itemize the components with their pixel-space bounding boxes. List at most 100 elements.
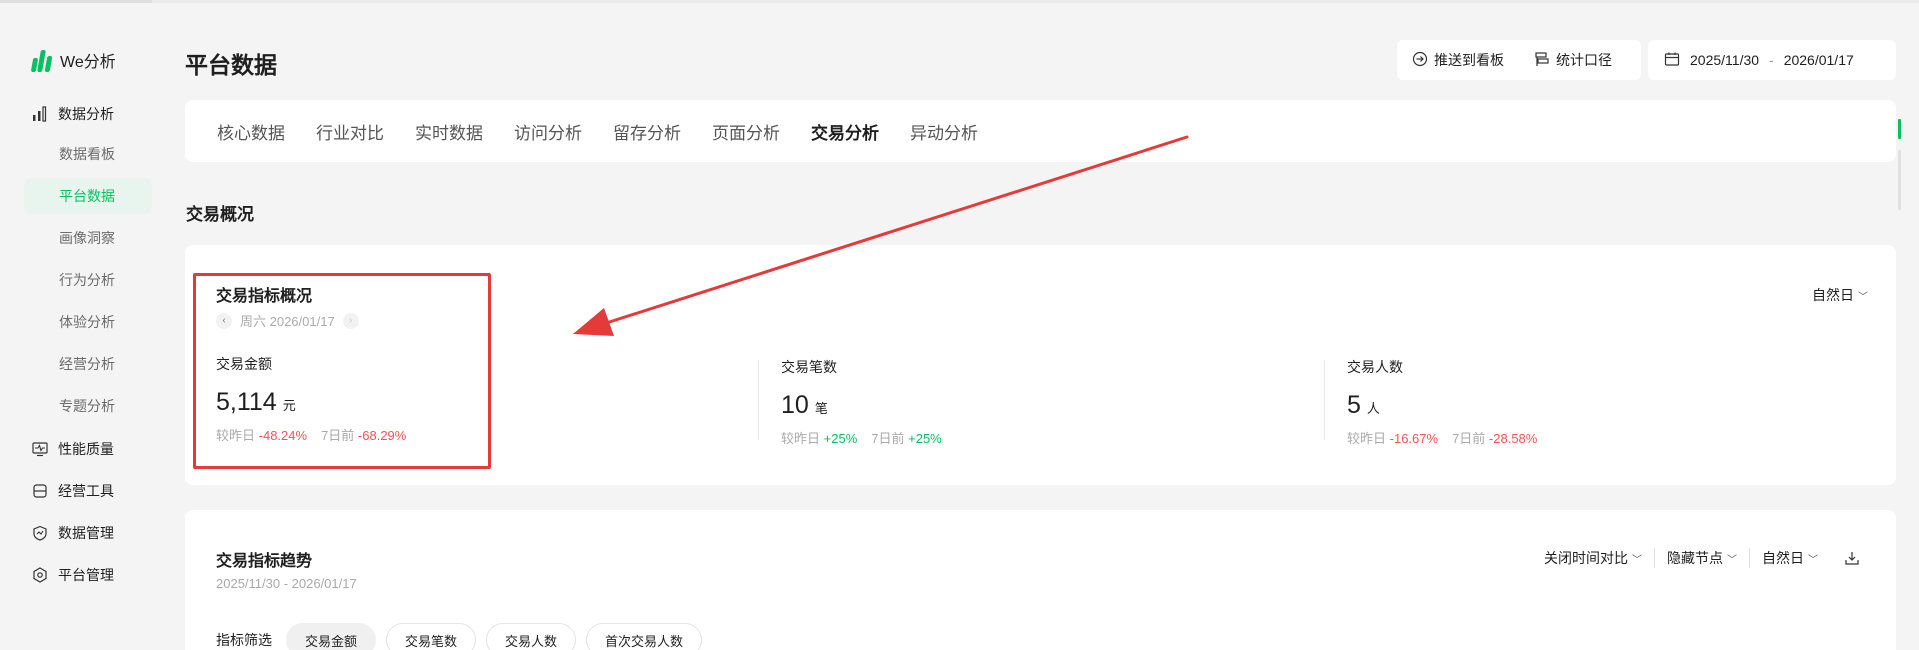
header-actions: 推送到看板 统计口径	[1397, 40, 1641, 80]
metric-value: 5	[1347, 391, 1361, 419]
metric-transaction-users: 交易人数 5 人 较昨日 -16.67% 7日前 -28.58%	[1324, 359, 1824, 446]
tab-page-analysis[interactable]: 页面分析	[712, 119, 780, 144]
date-range-separator: -	[1769, 52, 1774, 68]
metric-label: 交易金额	[216, 356, 272, 372]
sidebar-item-behavior-analysis[interactable]: 行为分析	[24, 262, 152, 298]
date-range-picker[interactable]: 2025/11/30 - 2026/01/17	[1648, 40, 1896, 80]
bar-chart-icon	[32, 106, 48, 122]
sidebar-group-business-tools[interactable]: 经营工具	[32, 479, 114, 503]
data-shield-icon	[32, 525, 48, 541]
tab-transaction-analysis[interactable]: 交易分析	[811, 119, 879, 144]
sidebar-item-platform-data[interactable]: 平台数据	[24, 178, 152, 214]
sidebar: We分析 数据分析 数据看板 平台数据 画像洞察 行为分析 体验分析 经营分析 …	[0, 0, 160, 650]
metric-unit: 笔	[814, 401, 828, 416]
transaction-overview-card: 交易指标概况 ‹ 周六 2026/01/17 › 自然日 ﹀ 交易金额 5,11…	[185, 245, 1896, 485]
tab-anomaly-analysis[interactable]: 异动分析	[910, 119, 978, 144]
hide-nodes-label: 隐藏节点	[1667, 550, 1723, 566]
chevron-down-icon: ﹀	[1727, 554, 1737, 566]
sidebar-item-label: 体验分析	[59, 314, 115, 330]
sidebar-item-business-analysis[interactable]: 经营分析	[24, 346, 152, 382]
sidebar-item-label: 数据看板	[59, 146, 115, 162]
chevron-down-icon: ﹀	[1808, 554, 1818, 566]
chevron-left-icon[interactable]: ‹	[216, 312, 232, 329]
period-select[interactable]: 自然日 ﹀	[1812, 285, 1868, 305]
sidebar-group-data-management[interactable]: 数据管理	[32, 521, 114, 545]
push-to-dashboard-button[interactable]: 推送到看板	[1412, 50, 1504, 70]
section-title: 交易概况	[186, 205, 254, 224]
compare-day-value: +25%	[823, 431, 858, 446]
scrollbar-track[interactable]	[1898, 150, 1901, 210]
chip-transaction-amount[interactable]: 交易金额	[286, 623, 377, 650]
metric-value: 10	[781, 391, 809, 419]
metric-caliber-label: 统计口径	[1556, 52, 1612, 68]
sidebar-group-label: 数据管理	[58, 525, 114, 541]
monitor-pulse-icon	[32, 441, 48, 457]
compare-day-value: -48.24%	[258, 428, 308, 443]
arrow-circle-icon	[1412, 51, 1428, 70]
metric-transaction-amount: 交易金额 5,114 元 较昨日 -48.24% 7日前 -68.29%	[216, 356, 716, 444]
metric-label: 交易笔数	[781, 359, 837, 375]
card-title: 交易指标概况	[216, 288, 313, 305]
metric-filter-label: 指标筛选	[216, 632, 272, 648]
sidebar-item-dashboard[interactable]: 数据看板	[24, 136, 152, 172]
compare-week-value: -28.58%	[1488, 431, 1538, 446]
tab-industry-comparison[interactable]: 行业对比	[316, 119, 384, 144]
sidebar-group-label: 经营工具	[58, 483, 114, 499]
download-icon[interactable]	[1844, 550, 1860, 566]
chevron-right-icon[interactable]: ›	[342, 312, 359, 329]
sidebar-group-label: 数据分析	[58, 106, 114, 122]
metric-label: 交易人数	[1347, 359, 1403, 375]
period-select-value: 自然日	[1812, 287, 1854, 303]
page-title: 平台数据	[185, 52, 277, 78]
selected-date: 周六 2026/01/17	[240, 314, 335, 329]
tab-retention-analysis[interactable]: 留存分析	[613, 119, 681, 144]
sidebar-group-label: 性能质量	[58, 441, 114, 457]
sidebar-item-experience-analysis[interactable]: 体验分析	[24, 304, 152, 340]
date-range-end: 2026/01/17	[1783, 52, 1854, 68]
compare-day-label: 较昨日	[781, 431, 821, 446]
sidebar-item-portrait-insight[interactable]: 画像洞察	[24, 220, 152, 256]
trend-controls: 关闭时间对比 ﹀ 隐藏节点 ﹀ 自然日 ﹀	[1532, 548, 1860, 568]
calendar-icon	[1664, 51, 1680, 70]
logo-icon	[30, 48, 53, 72]
metric-unit: 人	[1366, 401, 1380, 416]
compare-week-value: -68.29%	[357, 428, 407, 443]
time-comparison-select[interactable]: 关闭时间对比 ﹀	[1532, 548, 1655, 568]
sidebar-item-label: 专题分析	[59, 398, 115, 414]
sidebar-item-topic-analysis[interactable]: 专题分析	[24, 388, 152, 424]
signpost-icon	[1534, 51, 1550, 70]
brand-logo[interactable]: We分析	[30, 48, 116, 72]
compare-week-label: 7日前	[1452, 431, 1486, 446]
trend-period-select[interactable]: 自然日 ﹀	[1750, 548, 1830, 568]
metric-value: 5,114	[216, 388, 277, 416]
metric-caliber-button[interactable]: 统计口径	[1534, 50, 1612, 70]
transaction-trend-card: 交易指标趋势 2025/11/30 - 2026/01/17 关闭时间对比 ﹀ …	[185, 510, 1896, 650]
sidebar-item-label: 平台数据	[59, 188, 115, 204]
sidebar-group-performance[interactable]: 性能质量	[32, 437, 114, 461]
sidebar-item-label: 画像洞察	[59, 230, 115, 246]
sidebar-group-data-analysis[interactable]: 数据分析	[32, 102, 114, 126]
tab-realtime-data[interactable]: 实时数据	[415, 119, 483, 144]
hexagon-gear-icon	[32, 567, 48, 583]
compare-week-value: +25%	[908, 431, 942, 446]
brand-name: We分析	[60, 54, 116, 71]
chip-transaction-count[interactable]: 交易笔数	[386, 623, 477, 650]
metric-transaction-count: 交易笔数 10 笔 较昨日 +25% 7日前 +25%	[758, 359, 1258, 446]
chip-first-transaction-users[interactable]: 首次交易人数	[586, 623, 703, 650]
hide-nodes-select[interactable]: 隐藏节点 ﹀	[1655, 548, 1750, 568]
tab-visit-analysis[interactable]: 访问分析	[514, 119, 582, 144]
analysis-tabs: 核心数据 行业对比 实时数据 访问分析 留存分析 页面分析 交易分析 异动分析	[185, 100, 1896, 162]
chip-transaction-users[interactable]: 交易人数	[486, 623, 577, 650]
compare-week-label: 7日前	[871, 431, 905, 446]
scrollbar-thumb[interactable]	[1898, 119, 1901, 139]
compare-day-label: 较昨日	[216, 428, 256, 443]
tab-core-data[interactable]: 核心数据	[217, 119, 285, 144]
chevron-down-icon: ﹀	[1858, 291, 1868, 303]
compare-week-label: 7日前	[321, 428, 355, 443]
sidebar-item-label: 经营分析	[59, 356, 115, 372]
sidebar-group-platform-management[interactable]: 平台管理	[32, 563, 114, 587]
top-border	[0, 0, 1919, 3]
trend-date-range: 2025/11/30 - 2026/01/17	[216, 576, 357, 591]
sidebar-item-label: 行为分析	[59, 272, 115, 288]
sidebar-group-label: 平台管理	[58, 567, 114, 583]
